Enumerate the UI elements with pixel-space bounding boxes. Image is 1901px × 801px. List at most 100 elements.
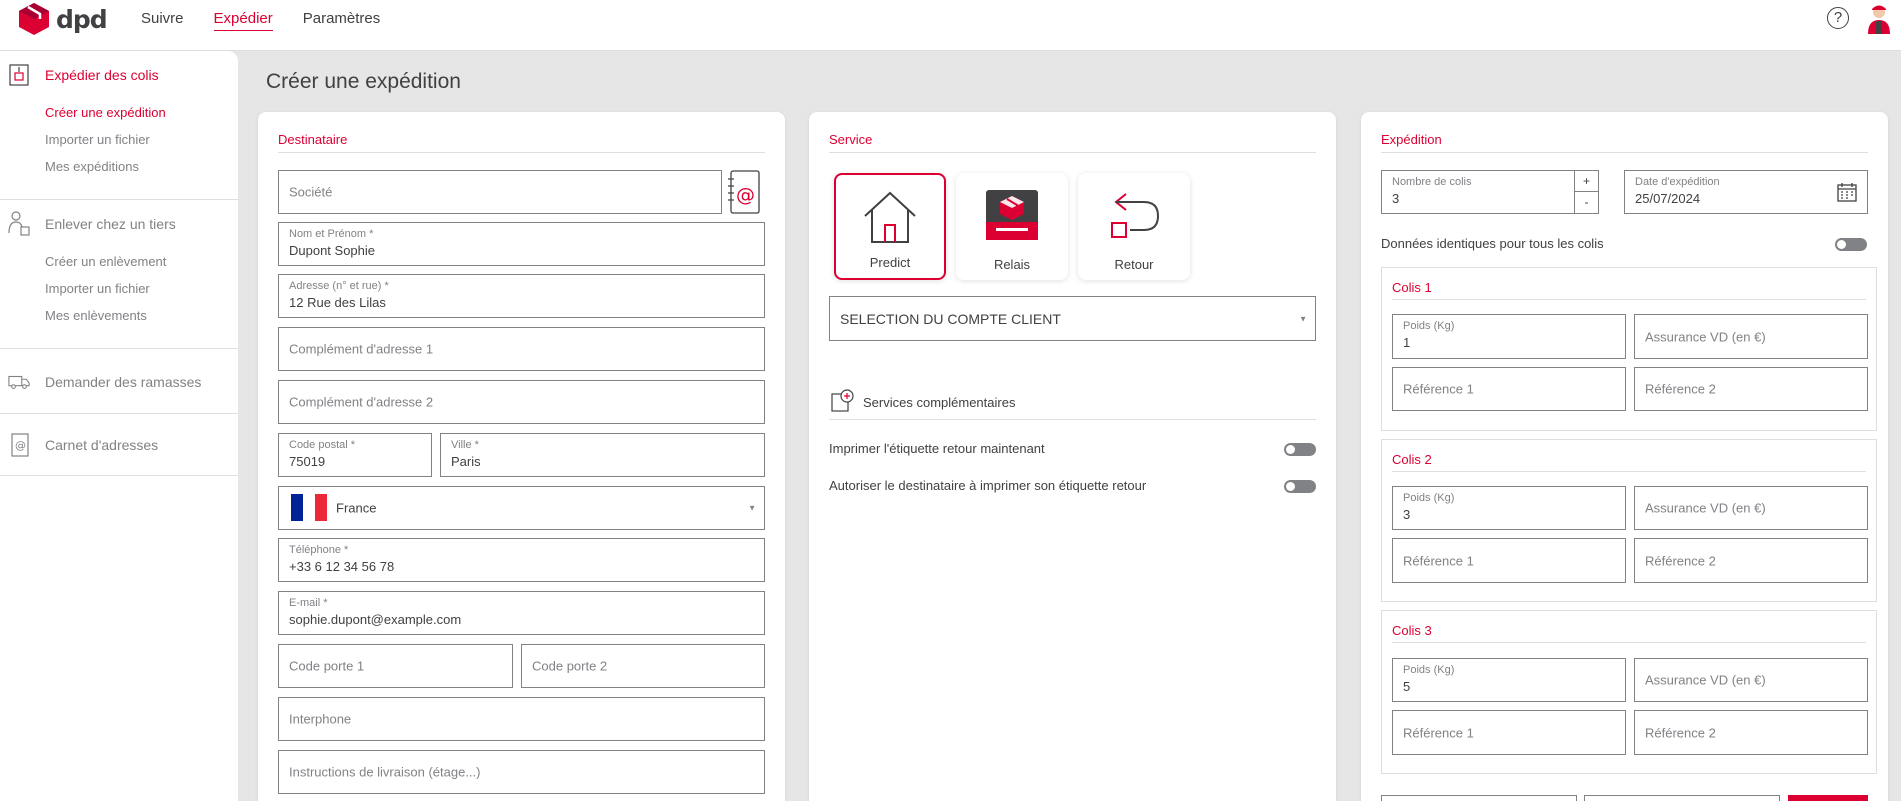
code-porte-2-placeholder: Code porte 2 <box>532 658 608 674</box>
sidebar-section-expedier: Expédier des colis Créer une expédition … <box>0 51 238 200</box>
decrement-button[interactable]: - <box>1575 192 1598 213</box>
poids-field[interactable]: Poids (Kg) 3 <box>1392 486 1626 530</box>
sidebar-sub-importer-fichier-2[interactable]: Importer un fichier <box>0 275 238 302</box>
nom-prenom-field[interactable]: Nom et Prénom * Dupont Sophie <box>278 222 765 266</box>
nom-prenom-value: Dupont Sophie <box>289 243 376 258</box>
sidebar-section-ramasses: Demander des ramasses <box>0 349 238 414</box>
brand-name: dpd <box>56 4 108 34</box>
reference-1-placeholder: Référence 1 <box>1403 725 1474 740</box>
toggle-retour-label: Imprimer l'étiquette retour maintenant <box>829 441 1045 456</box>
societe-input[interactable]: Société <box>278 170 722 214</box>
service-title: Service <box>829 132 1316 153</box>
sidebar-sub-importer-fichier[interactable]: Importer un fichier <box>0 126 238 153</box>
sidebar-section-carnet: @ Carnet d'adresses <box>0 414 238 476</box>
ville-value: Paris <box>451 454 481 469</box>
nombre-colis-value: 3 <box>1392 191 1400 206</box>
help-icon[interactable]: ? <box>1827 7 1849 29</box>
truck-icon <box>8 369 30 395</box>
secondary-button[interactable] <box>1584 795 1780 801</box>
poids-value: 1 <box>1403 335 1411 350</box>
nav-suivre[interactable]: Suivre <box>141 10 184 31</box>
destinataire-title: Destinataire <box>278 132 765 153</box>
code-porte-1-placeholder: Code porte 1 <box>289 658 365 674</box>
compte-client-placeholder: SELECTION DU COMPTE CLIENT <box>840 310 1061 327</box>
sidebar-sub-mes-expeditions[interactable]: Mes expéditions <box>0 153 238 180</box>
assurance-input[interactable]: Assurance VD (en €) <box>1634 486 1868 530</box>
email-field[interactable]: E-mail * sophie.dupont@example.com <box>278 591 765 635</box>
poids-label: Poids (Kg) <box>1403 492 1455 504</box>
code-postal-field[interactable]: Code postal * 75019 <box>278 433 432 477</box>
primary-button[interactable] <box>1788 795 1868 801</box>
dpd-logo[interactable]: dpd <box>18 2 108 36</box>
sidebar-sub-mes-enlevements[interactable]: Mes enlèvements <box>0 302 238 329</box>
reference-1-input[interactable]: Référence 1 <box>1392 367 1626 411</box>
code-porte-1-input[interactable]: Code porte 1 <box>278 644 513 688</box>
sidebar-item-demander-ramasses[interactable]: Demander des ramasses <box>0 358 238 406</box>
compte-client-select[interactable]: SELECTION DU COMPTE CLIENT ▼ <box>829 296 1316 341</box>
toggle-donnees-identiques[interactable] <box>1835 238 1867 251</box>
service-card-relais[interactable]: Relais <box>956 173 1068 280</box>
reference-1-placeholder: Référence 1 <box>1403 553 1474 568</box>
donnees-identiques-label: Données identiques pour tous les colis <box>1381 236 1604 251</box>
assurance-input[interactable]: Assurance VD (en €) <box>1634 658 1868 702</box>
main-nav: Suivre Expédier Paramètres <box>141 10 410 31</box>
services-complementaires-header: Services complémentaires <box>829 389 1316 420</box>
service-card-label: Predict <box>869 255 911 270</box>
telephone-field[interactable]: Téléphone * +33 6 12 34 56 78 <box>278 538 765 582</box>
france-flag-icon <box>291 494 327 521</box>
poids-field[interactable]: Poids (Kg) 1 <box>1392 314 1626 359</box>
pays-select[interactable]: France ▼ <box>278 486 765 530</box>
reference-2-input[interactable]: Référence 2 <box>1634 367 1868 411</box>
interphone-input[interactable]: Interphone <box>278 697 765 741</box>
service-card-label: Retour <box>1114 257 1154 272</box>
toggle-retour-maintenant[interactable] <box>1284 443 1316 456</box>
nav-parametres[interactable]: Paramètres <box>303 10 381 31</box>
reference-1-input[interactable]: Référence 1 <box>1392 538 1626 583</box>
service-card-retour[interactable]: Retour <box>1078 173 1190 280</box>
sidebar-item-carnet-adresses[interactable]: @ Carnet d'adresses <box>0 421 238 469</box>
assurance-input[interactable]: Assurance VD (en €) <box>1634 314 1868 359</box>
address-book-icon[interactable]: @ <box>726 170 760 214</box>
secondary-button[interactable] <box>1381 795 1577 801</box>
colis-card: Colis 1 Poids (Kg) 1 Assurance VD (en €)… <box>1381 267 1877 431</box>
poids-label: Poids (Kg) <box>1403 320 1455 332</box>
person-pickup-icon <box>8 211 30 237</box>
societe-placeholder: Société <box>289 184 333 200</box>
sidebar-sub-creer-enlevement[interactable]: Créer un enlèvement <box>0 248 238 275</box>
nav-expedier[interactable]: Expédier <box>213 10 273 31</box>
poids-field[interactable]: Poids (Kg) 5 <box>1392 658 1626 702</box>
date-expedition-field[interactable]: Date d'expédition 25/07/2024 <box>1624 170 1868 214</box>
sidebar-sub-creer-expedition[interactable]: Créer une expédition <box>0 99 238 126</box>
ville-field[interactable]: Ville * Paris <box>440 433 765 477</box>
reference-2-placeholder: Référence 2 <box>1645 725 1716 740</box>
return-icon <box>1111 193 1160 238</box>
complement-adresse-1-input[interactable]: Complément d'adresse 1 <box>278 327 765 371</box>
top-navbar: dpd Suivre Expédier Paramètres ? <box>0 0 1901 51</box>
avatar-icon[interactable] <box>1866 4 1892 34</box>
destinataire-panel: Destinataire Société @ Nom et Prénom * D… <box>258 112 785 801</box>
telephone-label: Téléphone * <box>289 544 349 556</box>
email-value: sophie.dupont@example.com <box>289 612 462 627</box>
date-expedition-label: Date d'expédition <box>1635 176 1720 188</box>
service-card-predict[interactable]: Predict <box>834 173 946 280</box>
adresse-field[interactable]: Adresse (n° et rue) * 12 Rue des Lilas <box>278 274 765 318</box>
sidebar: Expédier des colis Créer une expédition … <box>0 51 238 801</box>
toggle-autoriser-destinataire[interactable] <box>1284 480 1316 493</box>
reference-1-input[interactable]: Référence 1 <box>1392 710 1626 755</box>
page-title: Créer une expédition <box>266 70 461 93</box>
sidebar-item-expedier-colis[interactable]: Expédier des colis <box>0 51 238 99</box>
instructions-input[interactable]: Instructions de livraison (étage...) <box>278 750 765 794</box>
sidebar-item-enlever-tiers[interactable]: Enlever chez un tiers <box>0 200 238 248</box>
date-expedition-value: 25/07/2024 <box>1635 191 1701 206</box>
reference-2-input[interactable]: Référence 2 <box>1634 710 1868 755</box>
increment-button[interactable]: + <box>1575 171 1598 192</box>
assurance-placeholder: Assurance VD (en €) <box>1645 500 1766 516</box>
email-label: E-mail * <box>289 597 328 609</box>
complement-adresse-2-input[interactable]: Complément d'adresse 2 <box>278 380 765 424</box>
address-book-icon: @ <box>8 432 30 458</box>
reference-2-input[interactable]: Référence 2 <box>1634 538 1868 583</box>
chevron-down-icon: ▼ <box>1299 314 1307 323</box>
nombre-colis-field[interactable]: Nombre de colis 3 <box>1381 170 1575 214</box>
calendar-icon[interactable] <box>1837 182 1857 202</box>
code-porte-2-input[interactable]: Code porte 2 <box>521 644 765 688</box>
